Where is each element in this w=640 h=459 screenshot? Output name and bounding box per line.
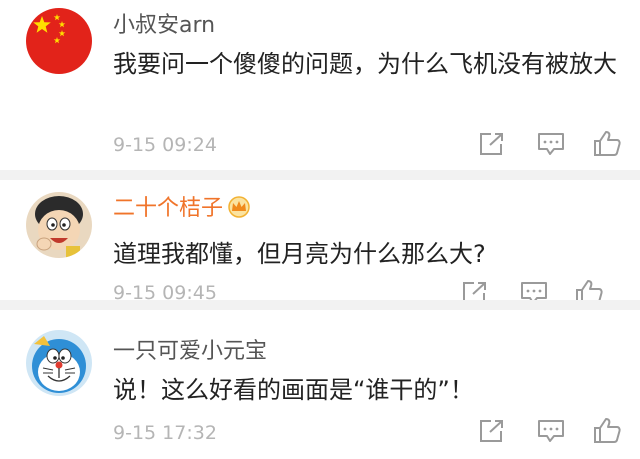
username[interactable]: 二十个桔子 [113, 196, 252, 225]
comment-feed: 小叔安arn 我要问一个傻傻的问题，为什么飞机没有被放大 9-15 09:24 [0, 0, 640, 459]
vip-crown-icon [226, 196, 252, 225]
comment-button[interactable] [536, 418, 566, 444]
separator [0, 170, 640, 180]
separator [0, 300, 640, 310]
comment-button[interactable] [536, 131, 566, 157]
username[interactable]: 一只可爱小元宝 [113, 339, 267, 365]
avatar[interactable] [26, 330, 92, 396]
comment-text: 我要问一个傻傻的问题，为什么飞机没有被放大 [113, 50, 617, 78]
like-button[interactable] [592, 416, 622, 443]
share-icon [480, 133, 503, 155]
avatar[interactable] [26, 192, 92, 258]
like-icon [594, 418, 621, 443]
timestamp: 9-15 17:32 [113, 422, 217, 444]
comment-item: 小叔安arn 我要问一个傻傻的问题，为什么飞机没有被放大 9-15 09:24 [0, 0, 640, 170]
doraemon-cartoon-avatar [26, 330, 92, 396]
comment-text: 说！这么好看的画面是“谁干的”！ [113, 376, 474, 404]
comment-icon [538, 133, 564, 155]
like-icon [594, 131, 621, 156]
share-icon [480, 420, 503, 442]
share-button[interactable] [477, 131, 507, 157]
china-flag-icon [26, 8, 92, 74]
username[interactable]: 小叔安arn [113, 13, 215, 39]
comment-icon [538, 420, 564, 442]
timestamp: 9-15 09:24 [113, 134, 217, 156]
username-text: 二十个桔子 [113, 196, 224, 221]
share-button[interactable] [477, 418, 507, 444]
comment-text: 道理我都懂，但月亮为什么那么大? [113, 240, 486, 268]
comment-item: 一只可爱小元宝 说！这么好看的画面是“谁干的”！ 9-15 17:32 [0, 310, 640, 459]
nobita-cartoon-avatar [26, 192, 92, 258]
like-button[interactable] [592, 129, 622, 156]
comment-item: 二十个桔子 道理我都懂，但月亮为什么那么大? 9-15 09:45 [0, 180, 640, 305]
avatar[interactable] [26, 8, 92, 74]
